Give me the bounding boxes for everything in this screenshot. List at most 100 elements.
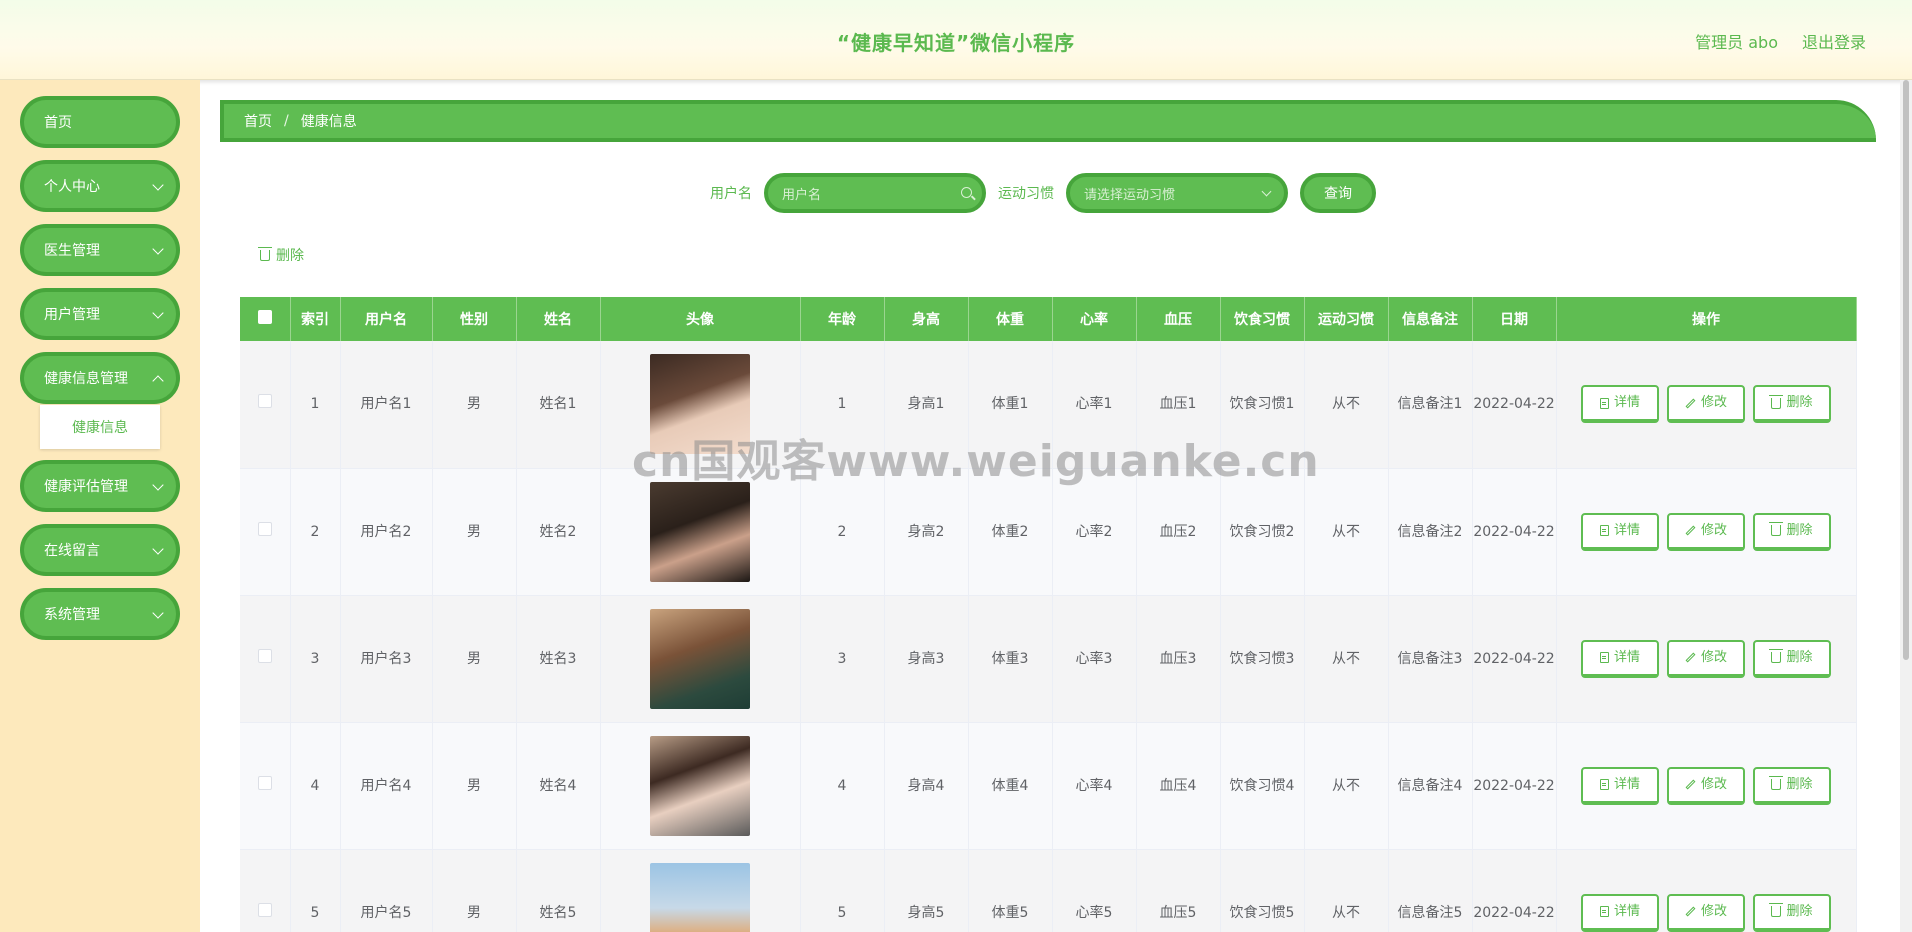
column-header: 体重 [968,297,1053,341]
sidebar-item-system-management[interactable]: 系统管理 [20,588,180,640]
detail-label: 详情 [1613,649,1640,665]
chevron-down-icon [152,607,164,619]
cell-index: 1 [290,341,341,469]
edit-icon [1685,525,1696,536]
app-title: “健康早知道”微信小程序 [836,31,1076,55]
avatar [650,354,750,455]
header-user-area: 管理员 abo 退出登录 [1695,29,1866,53]
detail-button[interactable]: 详情 [1581,893,1659,932]
edit-button[interactable]: 修改 [1667,639,1745,678]
select-all-checkbox[interactable] [240,297,291,341]
table-row: 1 用户名1 男姓名1 1 身高1 体重1 心率1 血压1 饮食习惯1 从不 信息备注1 2022-0… [240,341,1857,469]
chevron-down-icon [1261,186,1272,197]
sidebar-item-online-message[interactable]: 在线留言 [20,524,180,576]
edit-button[interactable]: 修改 [1667,385,1745,424]
vertical-scrollbar[interactable] [1900,80,1912,932]
sidebar-item-health-assessment[interactable]: 健康评估管理 [20,460,180,512]
detail-label: 详情 [1613,776,1640,792]
cell-bp: 血压5 [1136,849,1221,932]
column-header: 血压 [1136,297,1221,341]
sidebar: 首页 个人中心 医生管理 用户管理 健康信息管理 健康信息 健康评估管理 在线留… [0,80,200,932]
cell-note: 信息备注3 [1388,595,1473,723]
edit-label: 修改 [1700,395,1727,411]
sidebar-item-label: 健康信息管理 [44,371,128,387]
detail-button[interactable]: 详情 [1581,766,1659,805]
column-header: 心率 [1052,297,1137,341]
edit-label: 修改 [1700,903,1727,919]
edit-button[interactable]: 修改 [1667,893,1745,932]
cell-gender: 男 [432,341,517,469]
sidebar-item-home[interactable]: 首页 [20,96,180,148]
breadcrumb-separator: / [284,113,289,129]
username-search-input[interactable]: 用户名 [764,173,986,213]
submenu-item-health-info[interactable]: 健康信息 [40,405,160,449]
query-button[interactable]: 查询 [1300,173,1376,213]
edit-label: 修改 [1700,522,1727,538]
sidebar-item-user-management[interactable]: 用户管理 [20,288,180,340]
detail-button[interactable]: 详情 [1581,385,1659,424]
sidebar-item-health-info-management[interactable]: 健康信息管理 [20,352,180,404]
delete-button[interactable]: 删除 [1753,766,1831,805]
delete-button[interactable]: 删除 [1753,512,1831,551]
cell-username: 用户名3 [340,595,433,723]
sport-habit-select[interactable]: 请选择运动习惯 [1066,173,1288,213]
sidebar-item-doctor-management[interactable]: 医生管理 [20,224,180,276]
cell-username: 用户名4 [340,722,433,850]
breadcrumb-current: 健康信息 [300,114,357,130]
row-checkbox[interactable] [240,341,291,469]
breadcrumb-home[interactable]: 首页 [244,111,272,131]
delete-label: 删除 [1786,522,1813,538]
batch-delete-button[interactable]: 删除 [258,245,304,265]
cell-username: 用户名5 [340,849,433,932]
edit-icon [1685,652,1696,663]
cell-heart: 心率3 [1052,595,1137,723]
cell-diet: 饮食习惯3 [1220,595,1305,723]
cell-gender: 男 [432,468,517,596]
edit-button[interactable]: 修改 [1667,512,1745,551]
logout-link[interactable]: 退出登录 [1802,29,1866,53]
search-bar: 用户名 用户名 运动习惯 请选择运动习惯 查询 [710,173,1376,213]
sport-habit-label: 运动习惯 [998,186,1054,202]
column-header: 年龄 [800,297,885,341]
edit-button[interactable]: 修改 [1667,766,1745,805]
row-checkbox[interactable] [240,849,291,932]
cell-bp: 血压1 [1136,341,1221,469]
table-row: 3 用户名3 男姓名3 3 身高3 体重3 心率3 血压3 饮食习惯3 从不 信息备注3 2022-0… [240,595,1857,723]
avatar [650,481,750,582]
sidebar-item-personal-center[interactable]: 个人中心 [20,160,180,212]
detail-button[interactable]: 详情 [1581,639,1659,678]
cell-diet: 饮食习惯5 [1220,849,1305,932]
sidebar-item-label: 个人中心 [44,179,100,195]
delete-button[interactable]: 删除 [1753,385,1831,424]
cell-age: 4 [800,722,885,850]
cell-height: 身高5 [884,849,969,932]
cell-bp: 血压2 [1136,468,1221,596]
delete-button[interactable]: 删除 [1753,639,1831,678]
trash-icon [1769,649,1784,663]
edit-icon [1685,906,1696,917]
scrollbar-thumb[interactable] [1903,80,1909,660]
chevron-down-icon [152,543,164,555]
row-checkbox[interactable] [240,595,291,723]
cell-gender: 男 [432,849,517,932]
column-header: 用户名 [340,297,433,341]
detail-label: 详情 [1613,522,1640,538]
search-icon [961,187,972,198]
cell-sport: 从不 [1304,468,1389,596]
chevron-down-icon [152,243,164,255]
avatar-cell [600,849,801,932]
column-header: 索引 [290,297,341,341]
avatar-cell [600,595,801,723]
detail-button[interactable]: 详情 [1581,512,1659,551]
cell-index: 4 [290,722,341,850]
delete-button[interactable]: 删除 [1753,893,1831,932]
admin-label: 管理员 abo [1695,33,1778,52]
cell-height: 身高1 [884,341,969,469]
row-checkbox[interactable] [240,468,291,596]
cell-gender: 男 [432,722,517,850]
cell-bp: 血压3 [1136,595,1221,723]
sidebar-item-label: 用户管理 [44,307,100,323]
cell-date: 2022-04-22 [1472,341,1557,469]
column-header: 运动习惯 [1304,297,1389,341]
row-checkbox[interactable] [240,722,291,850]
